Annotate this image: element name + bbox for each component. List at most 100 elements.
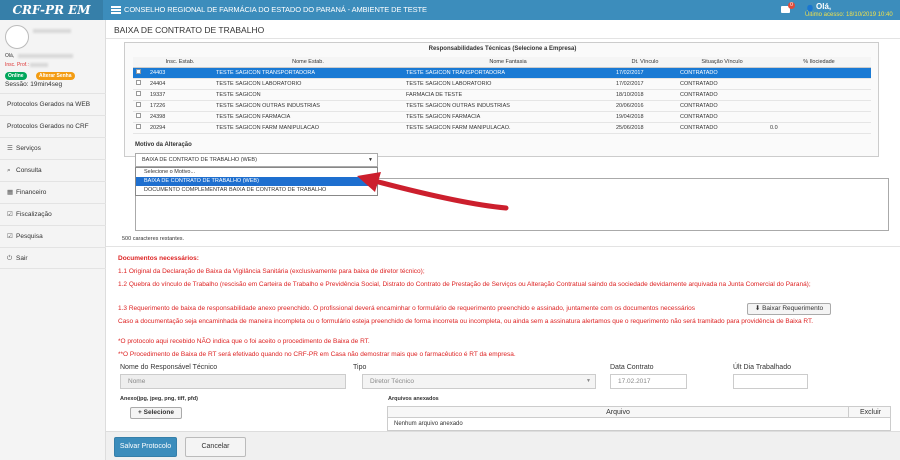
avatar: [5, 25, 29, 49]
sidebar-item-protocolos-crf[interactable]: Protocolos Gerados no CRF: [0, 115, 106, 137]
cell-pct: [767, 100, 871, 112]
brand-logo[interactable]: CRF-PR EM CASA: [0, 0, 103, 37]
annotation-arrow-icon: [357, 172, 509, 211]
checkbox[interactable]: [136, 124, 141, 129]
cell-nome: TESTE SAGICON LABORATORIO: [213, 78, 403, 90]
checkbox[interactable]: [136, 102, 141, 107]
last-access: Último acesso: 18/10/2019 10:40: [805, 12, 893, 18]
data-contrato-label: Data Contrato: [610, 364, 654, 371]
row-checkbox[interactable]: [133, 122, 147, 134]
cell-insc: 24404: [147, 78, 213, 90]
motivo-select[interactable]: BAIXA DE CONTRATO DE TRABALHO (WEB) ▼: [135, 153, 378, 167]
user-name-blurred: [33, 29, 71, 33]
row-checkbox[interactable]: [133, 78, 147, 90]
change-password-button[interactable]: Alterar Senha: [36, 72, 75, 80]
sidebar-item-financeiro[interactable]: ▦ Financeiro: [0, 181, 106, 203]
sidebar-item-protocolos-web[interactable]: Protocolos Gerados na WEB: [0, 93, 106, 115]
cell-insc: 20294: [147, 122, 213, 134]
cell-fantasia: TESTE SAGICON LABORATORIO: [403, 78, 613, 90]
responsabilidades-panel: Responsabilidades Técnicas (Selecione a …: [124, 42, 879, 157]
cell-pct: [767, 111, 871, 123]
sidebar-insc: Insc. Prof.:: [5, 62, 29, 68]
session-timer: Sessão: 19min4seg: [5, 81, 63, 88]
mail-count-badge: 0: [788, 2, 795, 9]
docs-warning: Caso a documentação seja encaminhada de …: [118, 318, 814, 325]
cell-insc: 24403: [147, 67, 213, 79]
row-checkbox[interactable]: [133, 67, 147, 79]
checkbox[interactable]: [136, 113, 141, 118]
cell-pct: [767, 67, 871, 79]
tipo-select[interactable]: Diretor Técnico ▼: [362, 374, 596, 389]
table-row[interactable]: 19337 TESTE SAGICON FARMACIA DE TESTE 18/10…: [133, 89, 871, 101]
ult-dia-input[interactable]: [733, 374, 808, 389]
download-icon: ⬇: [754, 305, 763, 312]
sidebar-item-label: Pesquisa: [16, 233, 43, 240]
col-header-fantasia: Nome Fantasia: [403, 57, 613, 68]
table-row[interactable]: 17226 TESTE SAGICON OUTRAS INDUSTRIAS TEST…: [133, 100, 871, 112]
check-square-icon: ☑: [7, 233, 13, 240]
resp-name-input[interactable]: Nome: [120, 374, 346, 389]
panel-title: Responsabilidades Técnicas (Selecione a …: [428, 46, 577, 52]
menu-toggle-icon[interactable]: [111, 6, 121, 14]
cell-data: 25/06/2018: [613, 122, 677, 134]
docs-heading: Documentos necessários:: [118, 255, 199, 262]
col-header-insc: Insc. Estab.: [147, 57, 213, 68]
docs-item-3: 1.3 Requerimento de baixa de responsabil…: [118, 305, 696, 312]
cell-insc: 17226: [147, 100, 213, 112]
select-file-button[interactable]: + Selecione: [130, 407, 182, 419]
user-greeting[interactable]: Olá,: [816, 2, 831, 11]
motivo-selected-value: BAIXA DE CONTRATO DE TRABALHO (WEB): [142, 157, 257, 163]
motivo-option[interactable]: DOCUMENTO COMPLEMENTAR BAIXA DE CONTRATO…: [136, 186, 377, 195]
table-row[interactable]: 24404 TESTE SAGICON LABORATORIO TESTE SAGI…: [133, 78, 871, 90]
data-contrato-input[interactable]: 17.02.2017: [610, 374, 687, 389]
sidebar-item-label: Consulta: [16, 167, 42, 174]
checkbox[interactable]: [136, 69, 141, 74]
row-checkbox[interactable]: [133, 111, 147, 123]
divider: [106, 246, 900, 247]
cell-nome: TESTE SAGICON FARMACIA: [213, 111, 403, 123]
chars-remaining: 500 caracteres restantes.: [122, 236, 185, 242]
divider: [106, 38, 900, 39]
empty-row: Nenhum arquivo anexado: [394, 421, 463, 427]
chevron-down-icon: ▼: [368, 157, 373, 163]
motivo-option[interactable]: Selecione o Motivo...: [136, 168, 377, 177]
cell-situacao: CONTRATADO: [677, 89, 767, 101]
cell-nome: TESTE SAGICON: [213, 89, 403, 101]
cell-pct: 0.0: [767, 122, 871, 134]
table-row[interactable]: 24403 TESTE SAGICON TRANSPORTADORA TESTE S…: [133, 67, 871, 79]
list-icon: ☰: [7, 145, 13, 152]
checkbox[interactable]: [136, 91, 141, 96]
insc-number-blurred: [30, 63, 48, 67]
sidebar-item-consulta[interactable]: ⌕ Consulta: [0, 159, 106, 181]
anexo-label: Anexo(jpg, jpeg, png, tiff, pfd): [120, 396, 198, 402]
checkbox[interactable]: [136, 80, 141, 85]
col-header-data: Dt. Vínculo: [613, 57, 677, 68]
download-requerimento-button[interactable]: ⬇ Baixar Requerimento: [747, 303, 831, 315]
cell-fantasia: TESTE SAGICON FARM MANIPULACAO.: [403, 122, 613, 134]
sidebar-item-fiscalizacao[interactable]: ☑ Fiscalização: [0, 203, 106, 225]
sidebar-item-servicos[interactable]: ☰ Serviços: [0, 137, 106, 159]
sidebar-item-pesquisa[interactable]: ☑ Pesquisa: [0, 225, 106, 247]
cell-data: 19/04/2018: [613, 111, 677, 123]
sidebar-item-label: Protocolos Gerados na WEB: [7, 101, 91, 108]
power-icon: ⏻: [7, 255, 13, 262]
motivo-option[interactable]: BAIXA DE CONTRATO DE TRABALHO (WEB): [136, 177, 377, 186]
ult-dia-label: Últ Dia Trabalhado: [733, 364, 791, 371]
cell-fantasia: TESTE SAGICON FARMACIA: [403, 111, 613, 123]
row-checkbox[interactable]: [133, 100, 147, 112]
sidebar-hello: Olá,: [5, 53, 15, 59]
cell-nome: TESTE SAGICON FARM MANIPULACAO: [213, 122, 403, 134]
docs-item-1: 1.1 Original da Declaração de Baixa da V…: [118, 268, 425, 275]
motivo-dropdown-list[interactable]: Selecione o Motivo... BAIXA DE CONTRATO …: [135, 167, 378, 196]
save-protocol-button[interactable]: Salvar Protocolo: [114, 437, 177, 457]
sidebar-item-label: Serviços: [16, 145, 41, 152]
sidebar-item-label: Sair: [16, 255, 28, 262]
arquivos-table: Arquivo Excluir Nenhum arquivo anexado: [387, 406, 891, 431]
row-checkbox[interactable]: [133, 89, 147, 101]
docs-note-1: *O protocolo aqui recebido NÃO indica qu…: [118, 338, 370, 345]
cancel-button[interactable]: Cancelar: [185, 437, 246, 457]
table-row[interactable]: 20294 TESTE SAGICON FARM MANIPULACAO TESTE…: [133, 122, 871, 134]
table-row[interactable]: 24398 TESTE SAGICON FARMACIA TESTE SAGICON…: [133, 111, 871, 123]
sidebar-item-sair[interactable]: ⏻ Sair: [0, 247, 106, 269]
responsabilidades-table: Insc. Estab. Nome Estab. Nome Fantasia D…: [133, 57, 871, 134]
